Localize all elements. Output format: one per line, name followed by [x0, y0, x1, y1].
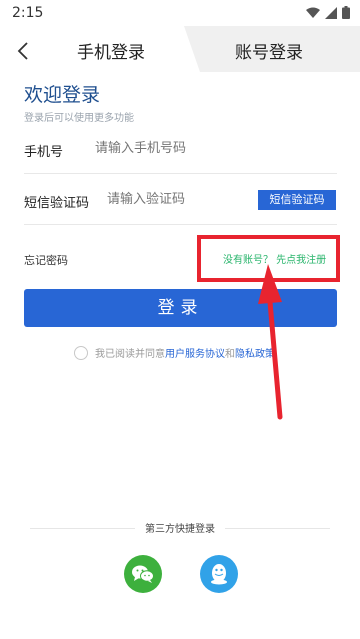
get-sms-code-button[interactable]: 短信验证码 — [258, 190, 336, 210]
phone-divider — [24, 173, 337, 174]
status-icons — [306, 6, 350, 19]
phone-input[interactable] — [95, 140, 315, 155]
third-party-label: 第三方快捷登录 — [145, 524, 215, 535]
welcome-title: 欢迎登录 — [24, 84, 101, 106]
back-button[interactable] — [10, 36, 38, 66]
tab-account-login[interactable]: 账号登录 — [214, 38, 324, 63]
wifi-icon — [306, 7, 320, 18]
service-agreement-link[interactable]: 用户服务协议 — [165, 349, 225, 360]
third-party-divider-left — [30, 528, 135, 529]
agreement-checkbox[interactable] — [74, 346, 88, 360]
sms-divider — [24, 224, 337, 225]
agreement-text: 我已阅读并同意用户服务协议和隐私政策 — [95, 345, 275, 360]
status-time: 2:15 — [12, 5, 44, 21]
agreement-and: 和 — [225, 349, 235, 360]
battery-icon — [342, 6, 350, 19]
wechat-icon — [132, 565, 154, 583]
wechat-login-button[interactable] — [124, 555, 162, 593]
agreement-prefix: 我已阅读并同意 — [95, 349, 165, 360]
back-arrow-icon — [17, 42, 28, 60]
sms-label: 短信验证码 — [24, 196, 90, 211]
welcome-subtitle: 登录后可以使用更多功能 — [24, 113, 134, 124]
login-button[interactable]: 登录 — [24, 289, 337, 327]
third-party-divider-right — [225, 528, 330, 529]
phone-label: 手机号 — [24, 145, 64, 160]
qq-login-button[interactable] — [200, 555, 238, 593]
signal-icon — [325, 6, 337, 19]
qq-icon — [211, 564, 227, 585]
annotation-arrow — [258, 264, 283, 420]
forgot-password-link[interactable]: 忘记密码 — [24, 252, 68, 268]
sms-code-input[interactable] — [107, 191, 247, 206]
tab-phone-login[interactable]: 手机登录 — [66, 38, 156, 63]
